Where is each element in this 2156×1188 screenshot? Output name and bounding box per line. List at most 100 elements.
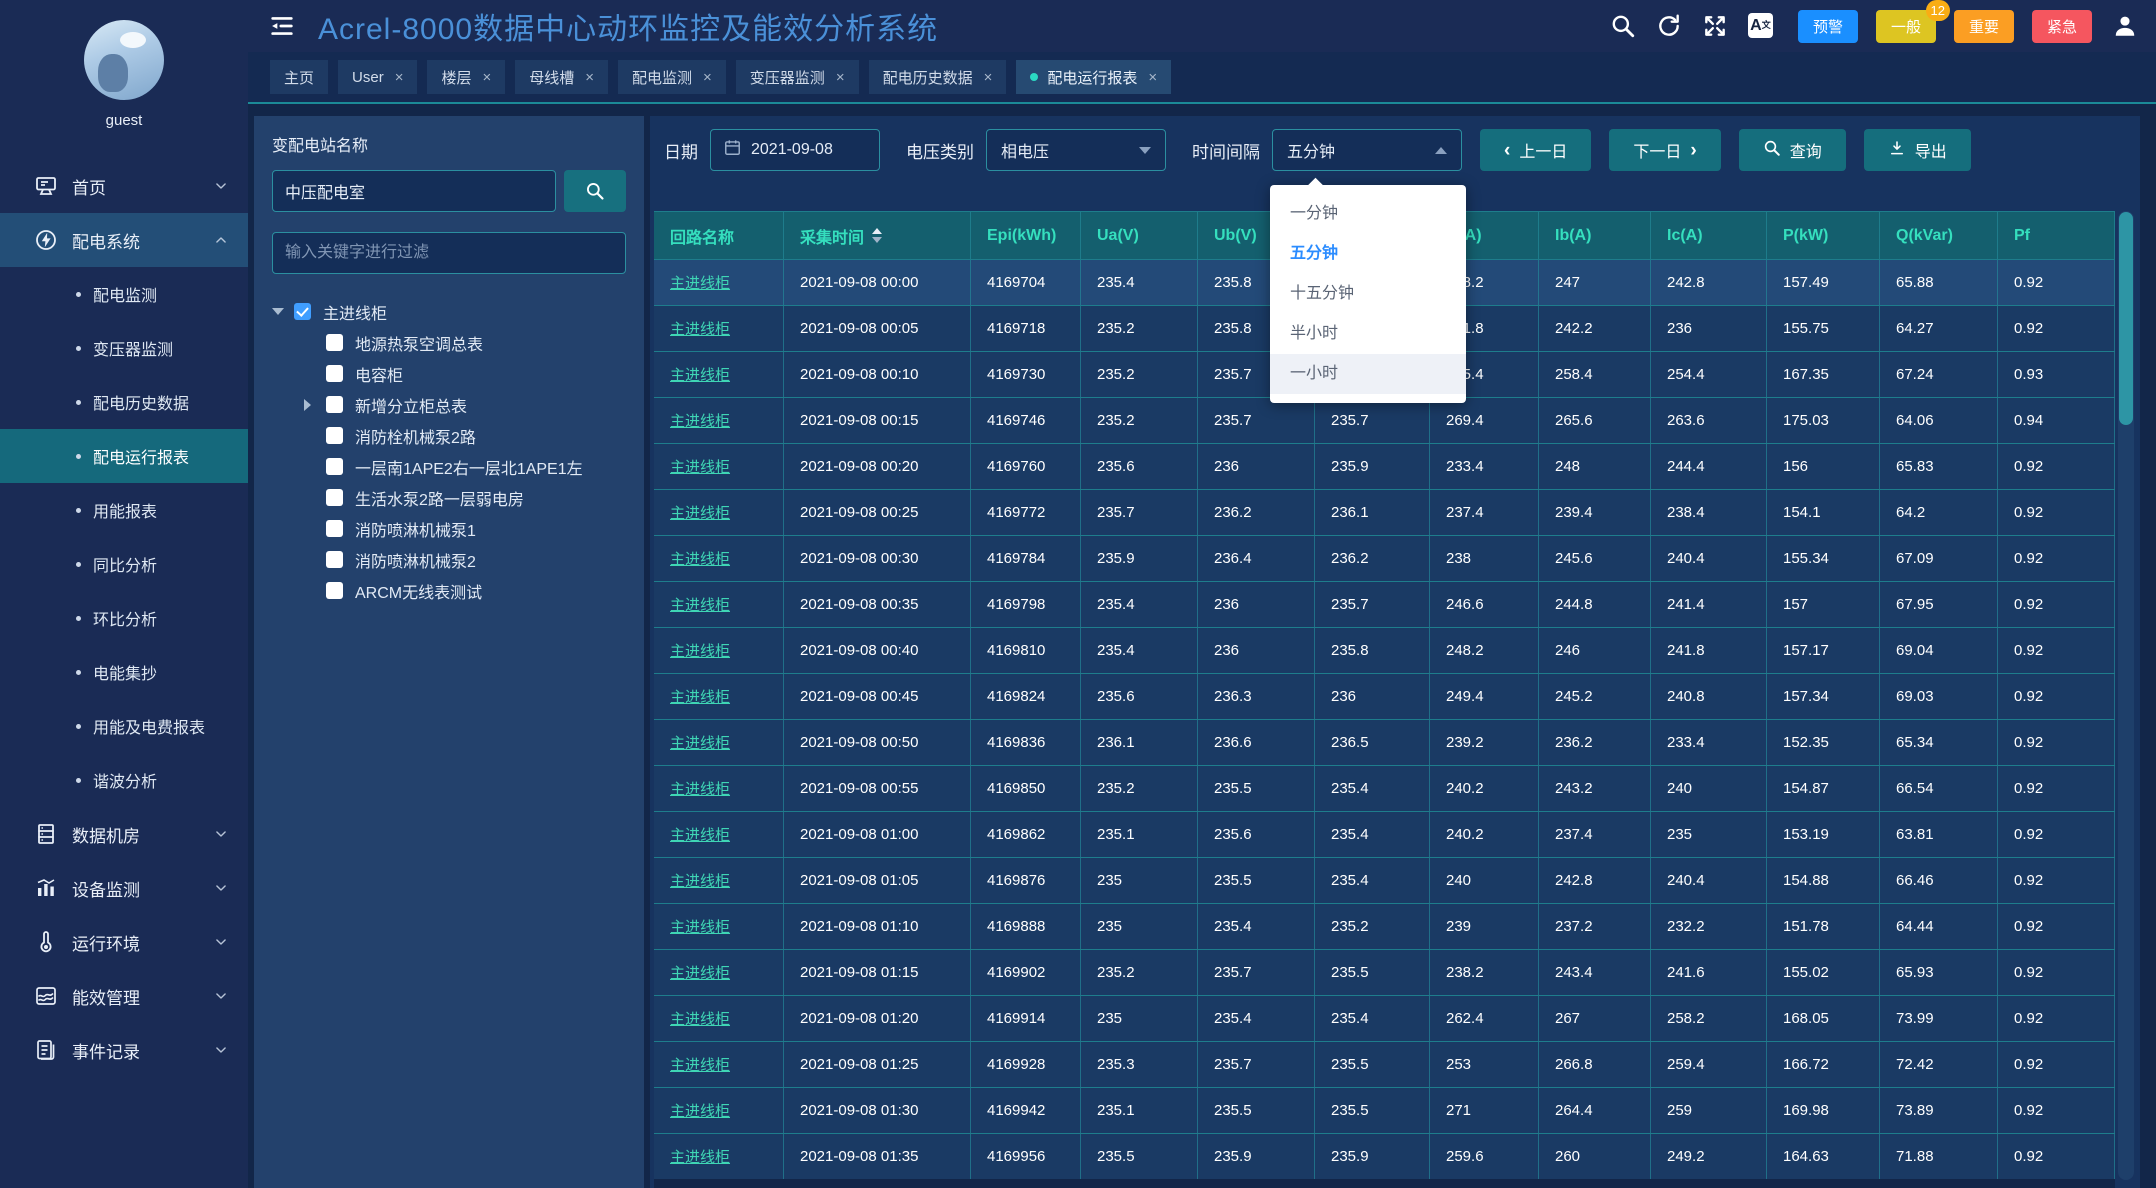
- date-input[interactable]: 2021-09-08: [710, 129, 880, 171]
- tree-checkbox[interactable]: [326, 458, 343, 475]
- column-header[interactable]: 采集时间: [784, 212, 971, 259]
- sidebar-subitem[interactable]: 配电运行报表: [0, 429, 248, 483]
- close-icon[interactable]: ×: [836, 70, 845, 85]
- avatar[interactable]: [84, 20, 164, 100]
- dropdown-option[interactable]: 五分钟: [1270, 234, 1466, 274]
- dropdown-option[interactable]: 一分钟: [1270, 194, 1466, 234]
- circuit-name-link[interactable]: 主进线柜: [654, 260, 784, 305]
- circuit-name-link[interactable]: 主进线柜: [654, 1134, 784, 1179]
- tree-node[interactable]: 一层南1APE2右一层北1APE1左: [272, 451, 626, 482]
- circuit-name-link[interactable]: 主进线柜: [654, 812, 784, 857]
- sidebar-subitem[interactable]: 谐波分析: [0, 753, 248, 807]
- export-button[interactable]: 导出: [1864, 129, 1971, 171]
- alarm-button-重要[interactable]: 重要: [1954, 10, 2014, 43]
- column-header[interactable]: Ua(V): [1081, 212, 1198, 259]
- tab-配电运行报表[interactable]: 配电运行报表×: [1016, 60, 1171, 94]
- tab-主页[interactable]: 主页: [270, 60, 328, 94]
- tree-expander[interactable]: [304, 399, 326, 411]
- circuit-name-link[interactable]: 主进线柜: [654, 1088, 784, 1133]
- circuit-name-link[interactable]: 主进线柜: [654, 950, 784, 995]
- circuit-name-link[interactable]: 主进线柜: [654, 536, 784, 581]
- tab-配电监测[interactable]: 配电监测×: [618, 60, 726, 94]
- voltage-type-select[interactable]: 相电压: [986, 129, 1166, 171]
- sidebar-item[interactable]: 运行环境: [0, 915, 248, 969]
- user-icon[interactable]: [2112, 13, 2138, 39]
- tree-checkbox[interactable]: [326, 334, 343, 351]
- close-icon[interactable]: ×: [984, 70, 993, 85]
- circuit-name-link[interactable]: 主进线柜: [654, 490, 784, 535]
- circuit-name-link[interactable]: 主进线柜: [654, 352, 784, 397]
- circuit-name-link[interactable]: 主进线柜: [654, 858, 784, 903]
- tree-node[interactable]: 消防喷淋机械泵2: [272, 544, 626, 575]
- sidebar-subitem[interactable]: 用能及电费报表: [0, 699, 248, 753]
- search-icon[interactable]: [1610, 13, 1636, 39]
- circuit-name-link[interactable]: 主进线柜: [654, 444, 784, 489]
- fullscreen-icon[interactable]: [1702, 13, 1728, 39]
- close-icon[interactable]: ×: [482, 70, 491, 85]
- sidebar-item[interactable]: 数据机房: [0, 807, 248, 861]
- circuit-name-link[interactable]: 主进线柜: [654, 766, 784, 811]
- dropdown-option[interactable]: 半小时: [1270, 314, 1466, 354]
- sidebar-item[interactable]: 能效管理: [0, 969, 248, 1023]
- column-header[interactable]: Epi(kWh): [971, 212, 1081, 259]
- station-name-input[interactable]: [272, 170, 556, 212]
- alarm-button-一般[interactable]: 一般12: [1876, 10, 1936, 43]
- circuit-name-link[interactable]: 主进线柜: [654, 904, 784, 949]
- prev-day-button[interactable]: ‹ 上一日: [1480, 129, 1591, 171]
- tree-node[interactable]: 消防栓机械泵2路: [272, 420, 626, 451]
- sidebar-item[interactable]: 事件记录: [0, 1023, 248, 1077]
- column-header[interactable]: Q(kVar): [1880, 212, 1998, 259]
- circuit-name-link[interactable]: 主进线柜: [654, 996, 784, 1041]
- sidebar-subitem[interactable]: 同比分析: [0, 537, 248, 591]
- sidebar-subitem[interactable]: 环比分析: [0, 591, 248, 645]
- tree-node[interactable]: 消防喷淋机械泵1: [272, 513, 626, 544]
- tab-User[interactable]: User×: [338, 60, 417, 94]
- tree-checkbox[interactable]: [326, 365, 343, 382]
- column-header[interactable]: Ic(A): [1651, 212, 1767, 259]
- dropdown-option[interactable]: 十五分钟: [1270, 274, 1466, 314]
- tree-node[interactable]: 生活水泵2路一层弱电房: [272, 482, 626, 513]
- tree-checkbox[interactable]: [326, 396, 343, 413]
- sidebar-item[interactable]: 首页: [0, 159, 248, 213]
- tree-node[interactable]: 地源热泵空调总表: [272, 327, 626, 358]
- station-search-button[interactable]: [564, 170, 626, 212]
- sidebar-subitem[interactable]: 用能报表: [0, 483, 248, 537]
- close-icon[interactable]: ×: [395, 70, 404, 85]
- tree-checkbox[interactable]: [326, 427, 343, 444]
- tree-checkbox[interactable]: [326, 489, 343, 506]
- alarm-button-预警[interactable]: 预警: [1798, 10, 1858, 43]
- sidebar-subitem[interactable]: 配电监测: [0, 267, 248, 321]
- alarm-button-紧急[interactable]: 紧急: [2032, 10, 2092, 43]
- tree-checkbox[interactable]: [326, 582, 343, 599]
- dropdown-option[interactable]: 一小时: [1270, 354, 1466, 394]
- column-header[interactable]: Ib(A): [1539, 212, 1651, 259]
- tab-变压器监测[interactable]: 变压器监测×: [736, 60, 859, 94]
- tree-expander[interactable]: [272, 308, 294, 315]
- circuit-name-link[interactable]: 主进线柜: [654, 1042, 784, 1087]
- circuit-name-link[interactable]: 主进线柜: [654, 674, 784, 719]
- circuit-name-link[interactable]: 主进线柜: [654, 582, 784, 627]
- next-day-button[interactable]: 下一日 ›: [1609, 129, 1720, 171]
- column-header[interactable]: P(kW): [1767, 212, 1880, 259]
- circuit-name-link[interactable]: 主进线柜: [654, 628, 784, 673]
- close-icon[interactable]: ×: [585, 70, 594, 85]
- tree-checkbox[interactable]: [326, 551, 343, 568]
- column-header[interactable]: Pf: [1998, 212, 2115, 259]
- tree-node[interactable]: ARCM无线表测试: [272, 575, 626, 606]
- sort-icons[interactable]: [872, 228, 882, 243]
- tab-配电历史数据[interactable]: 配电历史数据×: [869, 60, 1007, 94]
- tree-checkbox[interactable]: [326, 520, 343, 537]
- collapse-menu-icon[interactable]: [268, 12, 296, 40]
- interval-select[interactable]: 五分钟: [1272, 129, 1462, 171]
- table-scrollbar-thumb[interactable]: [2119, 212, 2133, 425]
- tree-node-root[interactable]: 主进线柜: [272, 296, 626, 327]
- circuit-name-link[interactable]: 主进线柜: [654, 720, 784, 765]
- circuit-name-link[interactable]: 主进线柜: [654, 306, 784, 351]
- tab-母线槽[interactable]: 母线槽×: [515, 60, 608, 94]
- column-header[interactable]: 回路名称: [654, 212, 784, 259]
- sidebar-subitem[interactable]: 配电历史数据: [0, 375, 248, 429]
- sidebar-subitem[interactable]: 电能集抄: [0, 645, 248, 699]
- sidebar-item[interactable]: 配电系统: [0, 213, 248, 267]
- tree-node[interactable]: 电容柜: [272, 358, 626, 389]
- table-scrollbar[interactable]: [2118, 211, 2134, 1180]
